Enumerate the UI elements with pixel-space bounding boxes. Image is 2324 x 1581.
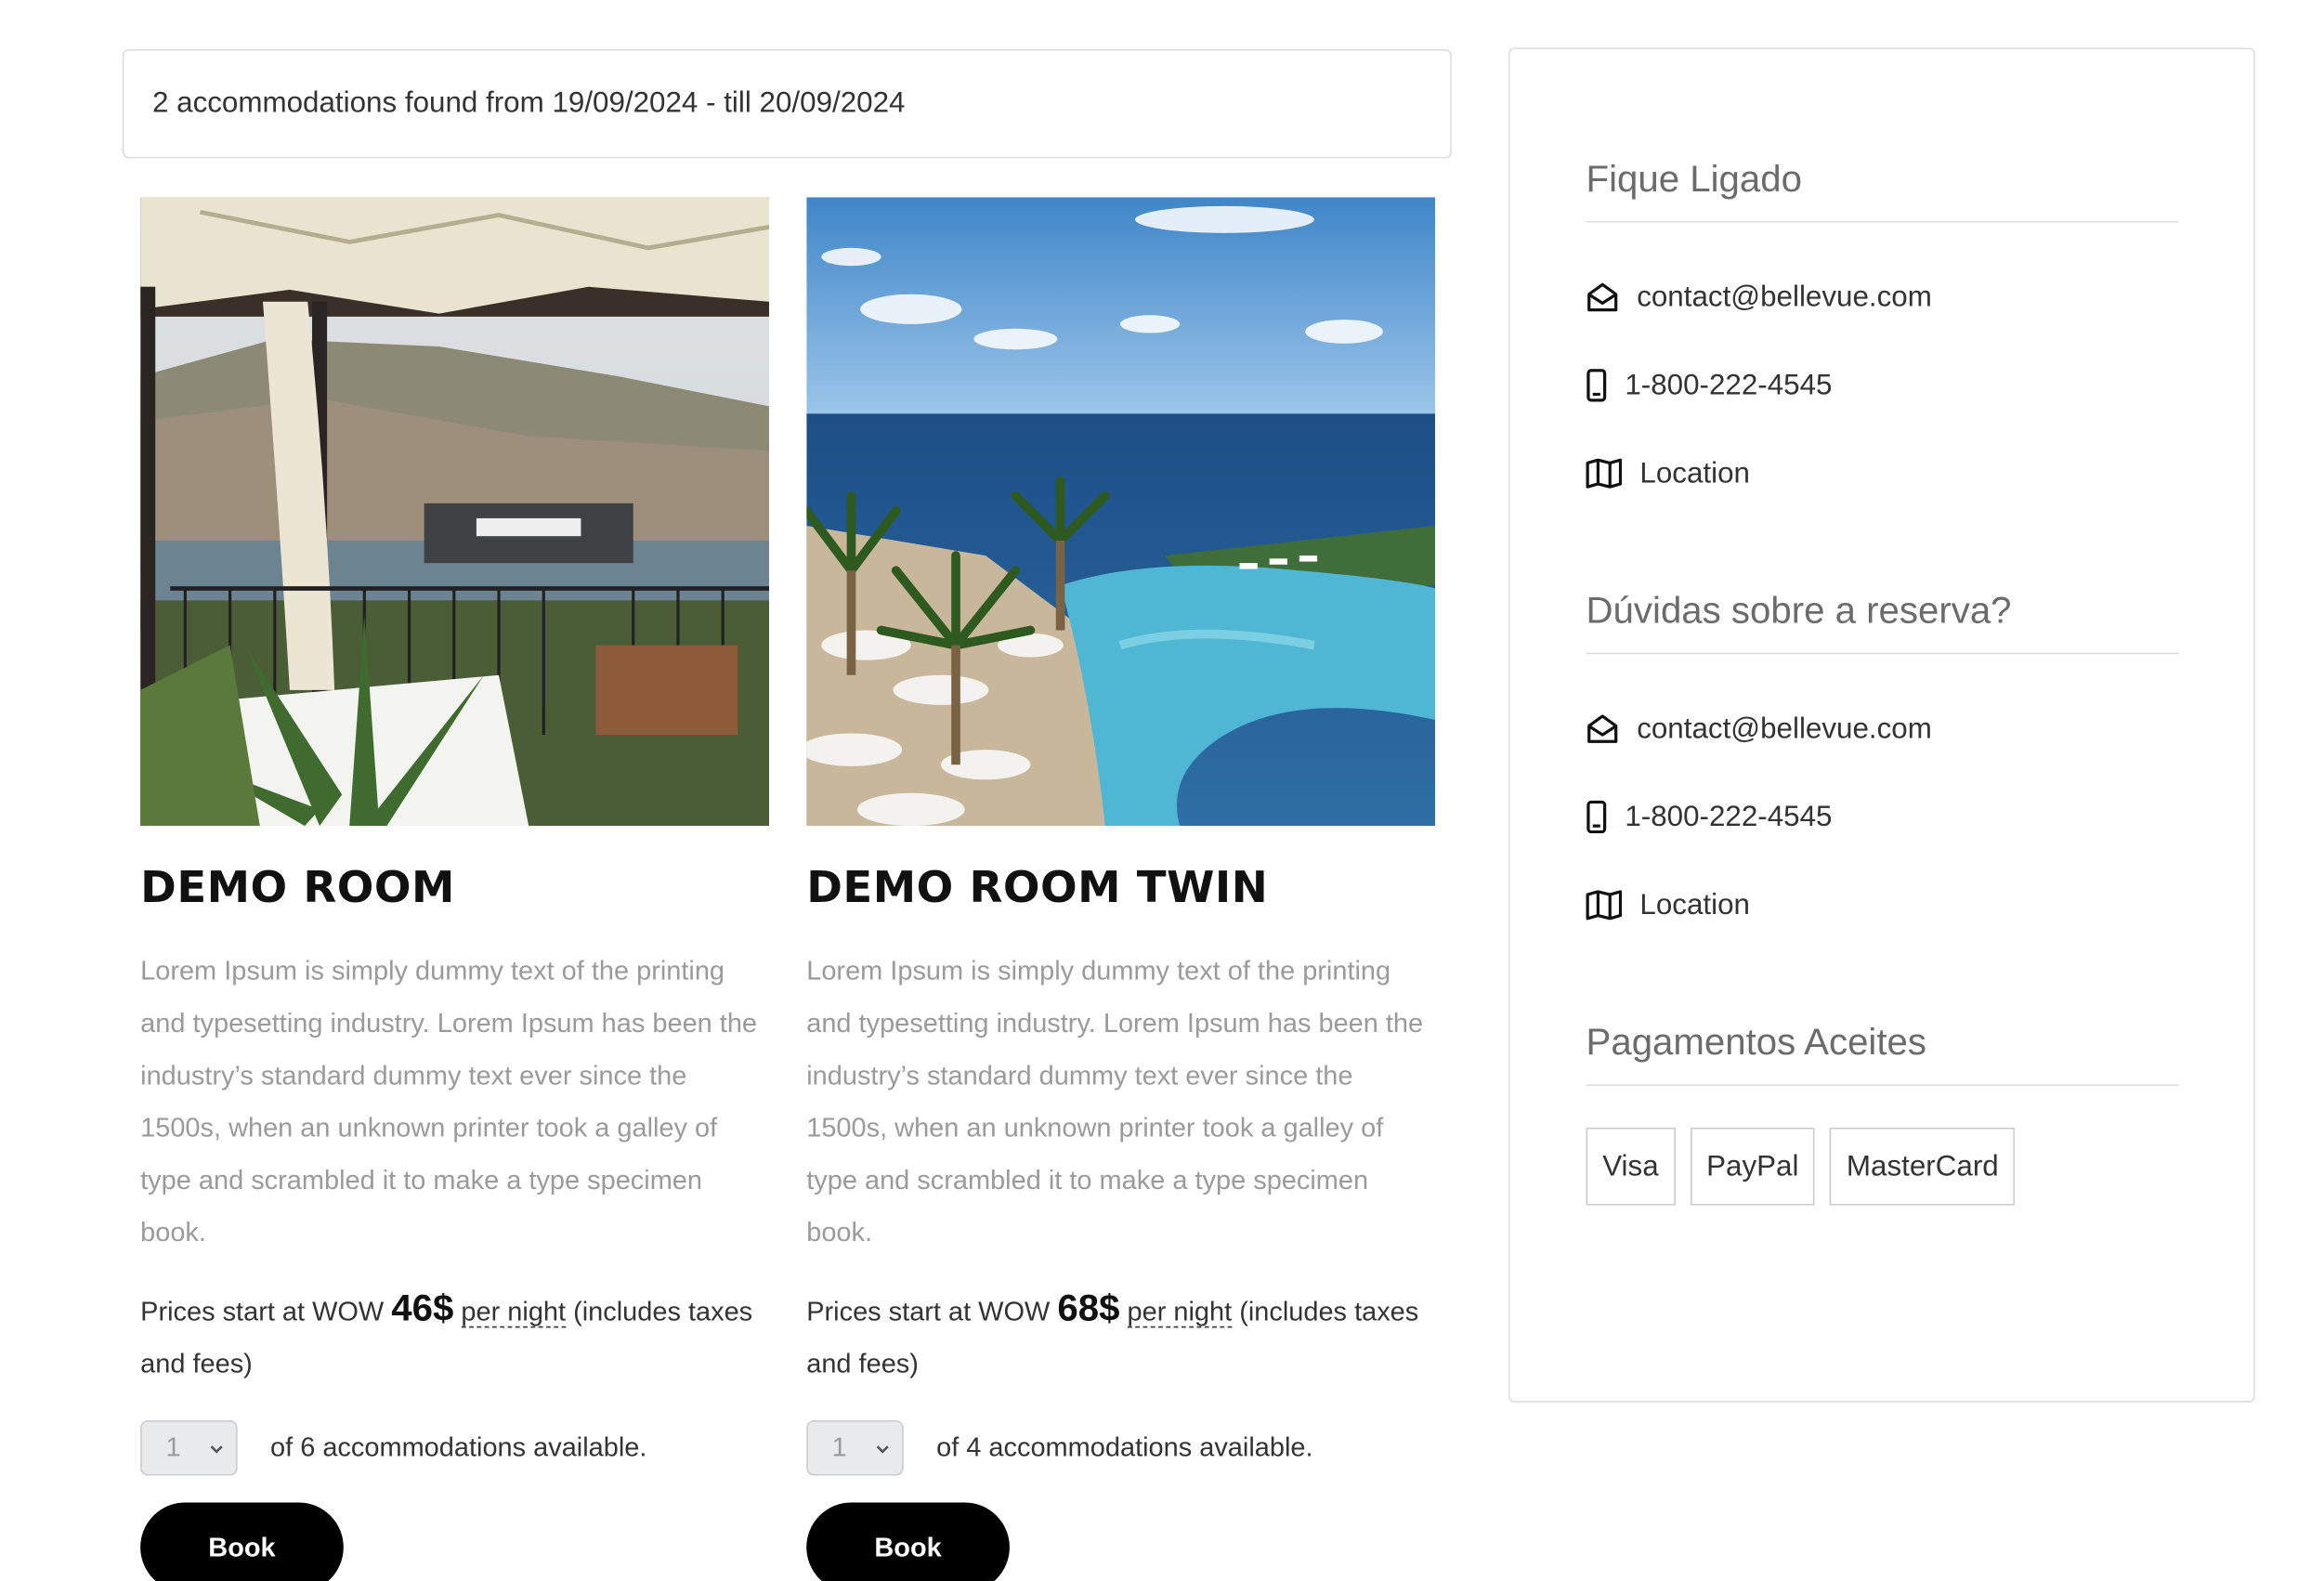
availability-row: 1 of 6 accommodations available.	[140, 1420, 769, 1476]
price-value: 46$	[391, 1287, 454, 1329]
section-heading: Dúvidas sobre a reserva?	[1586, 587, 2179, 655]
price-prefix: Prices start at WOW	[806, 1296, 1058, 1326]
price-value: 68$	[1057, 1287, 1120, 1329]
contact-phone[interactable]: 1-800-222-4545	[1586, 798, 2179, 837]
contact-phone-text: 1-800-222-4545	[1625, 368, 1833, 401]
availability-text: of 4 accommodations available.	[936, 1431, 1313, 1463]
room-title: DEMO ROOM	[140, 861, 455, 913]
price-line: Prices start at WOW 46$ per night (inclu…	[140, 1283, 769, 1391]
chevron-down-icon	[210, 1444, 223, 1453]
room-card: DEMO ROOM Lorem Ipsum is simply dummy te…	[140, 197, 770, 1581]
contact-location-text: Location	[1639, 887, 1750, 921]
map-icon	[1586, 458, 1623, 489]
per-night-tooltip[interactable]: per night	[461, 1296, 567, 1328]
price-prefix: Prices start at WOW	[140, 1296, 392, 1326]
chevron-down-icon	[876, 1444, 889, 1453]
section-heading: Pagamentos Aceites	[1586, 1019, 2179, 1086]
contact-phone[interactable]: 1-800-222-4545	[1586, 366, 2179, 405]
mobile-phone-icon	[1586, 800, 1607, 834]
room-card: DEMO ROOM TWIN Lorem Ipsum is simply dum…	[806, 197, 1436, 1581]
room-photo[interactable]	[806, 197, 1436, 827]
sidebar: Fique Ligado contact@bellevue.com 1-800-…	[1508, 47, 2255, 1403]
mobile-phone-icon	[1586, 369, 1607, 402]
quantity-select[interactable]: 1	[806, 1420, 904, 1476]
contact-email[interactable]: contact@bellevue.com	[1586, 278, 2179, 317]
book-button[interactable]: Book	[806, 1502, 1010, 1581]
contact-email-text: contact@bellevue.com	[1637, 280, 1932, 313]
envelope-open-icon	[1587, 282, 1618, 312]
availability-row: 1 of 4 accommodations available.	[806, 1420, 1435, 1476]
map-icon	[1586, 890, 1623, 921]
results-summary-box: 2 accommodations found from 19/09/2024 -…	[122, 49, 1452, 159]
page: 2 accommodations found from 19/09/2024 -…	[0, 0, 2324, 1581]
price-line: Prices start at WOW 68$ per night (inclu…	[806, 1283, 1435, 1391]
room-description: Lorem Ipsum is simply dummy text of the …	[140, 956, 758, 1248]
contact-phone-text: 1-800-222-4545	[1625, 799, 1833, 833]
payment-methods: Visa PayPal MasterCard	[1586, 1127, 2179, 1206]
section-heading: Fique Ligado	[1586, 155, 2179, 223]
contact-location[interactable]: Location	[1586, 454, 2179, 493]
per-night-tooltip[interactable]: per night	[1127, 1296, 1233, 1328]
contact-location[interactable]: Location	[1586, 885, 2179, 924]
room-title: DEMO ROOM TWIN	[806, 861, 1269, 913]
room-description: Lorem Ipsum is simply dummy text of the …	[806, 956, 1424, 1248]
availability-text: of 6 accommodations available.	[270, 1431, 647, 1463]
payment-badge-visa: Visa	[1586, 1127, 1676, 1206]
contact-location-text: Location	[1639, 456, 1750, 490]
booking-questions-section: Dúvidas sobre a reserva?	[1586, 587, 2179, 655]
stay-connected-section: Fique Ligado	[1586, 155, 2179, 223]
room-photo[interactable]	[140, 197, 770, 827]
quantity-select[interactable]: 1	[140, 1420, 238, 1476]
contact-email[interactable]: contact@bellevue.com	[1586, 710, 2179, 749]
results-summary-text: 2 accommodations found from 19/09/2024 -…	[151, 86, 906, 120]
room-photo-pool-image	[806, 197, 1436, 827]
room-photo-terrace-image	[140, 197, 770, 827]
quantity-value: 1	[165, 1431, 181, 1463]
payment-badge-paypal: PayPal	[1690, 1127, 1816, 1206]
quantity-value: 1	[831, 1431, 847, 1463]
envelope-open-icon	[1587, 714, 1618, 743]
payments-section: Pagamentos Aceites Visa PayPal MasterCar…	[1586, 1019, 2179, 1206]
payment-badge-mastercard: MasterCard	[1830, 1127, 2016, 1206]
contact-email-text: contact@bellevue.com	[1637, 712, 1932, 745]
book-button[interactable]: Book	[140, 1502, 344, 1581]
